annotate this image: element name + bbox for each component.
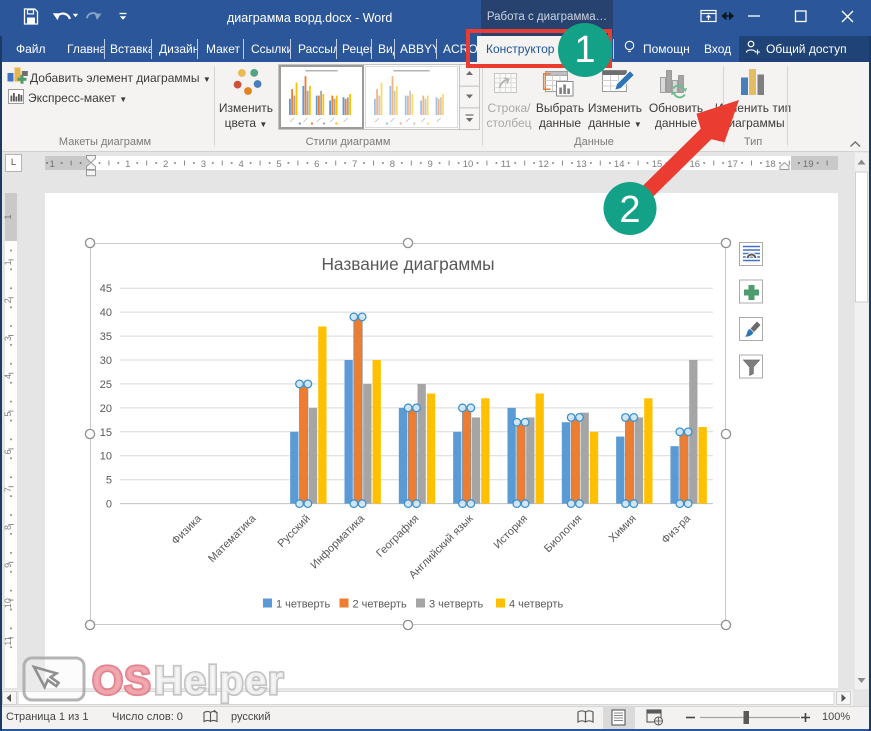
svg-text:10: 10 — [100, 451, 112, 463]
svg-text:4 четверть: 4 четверть — [509, 599, 563, 611]
svg-text:OS: OS — [92, 659, 152, 703]
svg-text:1: 1 — [125, 159, 130, 170]
svg-text:9: 9 — [428, 159, 433, 170]
svg-text:Helper: Helper — [154, 659, 285, 703]
svg-text:10: 10 — [3, 598, 13, 608]
svg-text:1 четверть: 1 четверть — [276, 599, 330, 611]
svg-text:2: 2 — [3, 298, 13, 303]
svg-text:9: 9 — [3, 563, 13, 568]
svg-text:3: 3 — [201, 159, 206, 170]
svg-text:13: 13 — [576, 159, 587, 170]
svg-text:5: 5 — [3, 412, 13, 417]
svg-text:1: 1 — [3, 214, 13, 219]
svg-text:8: 8 — [390, 159, 395, 170]
svg-text:4: 4 — [239, 159, 244, 170]
svg-text:5: 5 — [106, 475, 112, 487]
svg-text:15: 15 — [100, 427, 112, 439]
svg-text:14: 14 — [614, 159, 625, 170]
svg-text:12: 12 — [538, 159, 549, 170]
svg-text:1: 1 — [3, 260, 13, 265]
svg-text:40: 40 — [100, 307, 112, 319]
svg-text:35: 35 — [100, 331, 112, 343]
svg-text:11: 11 — [501, 159, 511, 170]
svg-text:45: 45 — [100, 283, 112, 295]
svg-text:6: 6 — [314, 159, 319, 170]
svg-text:0: 0 — [106, 499, 112, 511]
svg-text:3: 3 — [3, 336, 13, 341]
svg-text:18: 18 — [765, 159, 776, 170]
svg-text:15: 15 — [652, 159, 663, 170]
svg-text:4: 4 — [3, 374, 13, 379]
svg-text:25: 25 — [100, 379, 112, 391]
svg-text:8: 8 — [3, 525, 13, 530]
svg-text:19: 19 — [803, 159, 814, 170]
svg-text:6: 6 — [3, 449, 13, 454]
svg-text:7: 7 — [352, 159, 357, 170]
svg-text:2: 2 — [619, 189, 640, 231]
svg-text:10: 10 — [463, 159, 474, 170]
svg-text:Название диаграммы: Название диаграммы — [321, 254, 494, 274]
svg-text:1: 1 — [50, 159, 55, 170]
svg-text:3 четверть: 3 четверть — [429, 599, 483, 611]
svg-text:7: 7 — [3, 487, 13, 492]
svg-text:2 четверть: 2 четверть — [353, 599, 407, 611]
svg-text:5: 5 — [276, 159, 281, 170]
svg-text:20: 20 — [100, 403, 112, 415]
svg-text:17: 17 — [727, 159, 738, 170]
svg-text:2: 2 — [163, 159, 168, 170]
svg-text:16: 16 — [690, 159, 701, 170]
svg-text:30: 30 — [100, 355, 112, 367]
